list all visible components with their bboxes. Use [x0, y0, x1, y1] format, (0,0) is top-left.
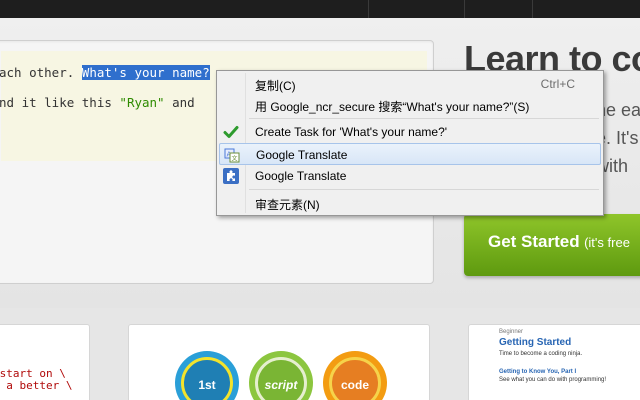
- menu-item-search[interactable]: 用 Google_ncr_secure 搜索“What's your name?…: [219, 94, 601, 116]
- translate-icon: A文: [224, 147, 240, 163]
- nav-segment[interactable]: [532, 0, 612, 18]
- code-text: nd it like this: [0, 95, 120, 110]
- lesson-description: Time to become a coding ninja.: [499, 351, 583, 357]
- script-icon: script: [255, 357, 307, 400]
- menu-item-label: 用 Google_ncr_secure 搜索“What's your name?…: [255, 100, 530, 114]
- menu-item-google-translate-extension[interactable]: Google Translate: [219, 165, 601, 187]
- svg-text:文: 文: [232, 155, 238, 163]
- menu-item-label: Google Translate: [256, 148, 348, 162]
- selected-text[interactable]: What's your name?: [81, 65, 210, 80]
- menu-item-shortcut: Ctrl+C: [540, 77, 575, 91]
- top-navigation-bar: [0, 0, 640, 18]
- menu-item-label: Create Task for 'What's your name?': [255, 125, 448, 139]
- nav-segment[interactable]: [464, 0, 532, 18]
- badges-card[interactable]: 1st script code: [128, 324, 430, 400]
- lesson-subtitle[interactable]: Getting to Know You, Part I: [499, 369, 576, 375]
- code-string: "Ryan": [119, 95, 165, 110]
- menu-separator: [249, 189, 599, 190]
- lesson-level: Beginner: [499, 329, 524, 335]
- lesson-sub-description: See what you can do with programming!: [499, 377, 607, 383]
- menu-separator: [249, 118, 599, 119]
- badge-script[interactable]: script: [249, 351, 313, 400]
- nav-segment[interactable]: [368, 0, 464, 18]
- puzzle-extension-icon: [223, 168, 239, 184]
- code-preview-card[interactable]: [ start on \ g a better \: [0, 324, 90, 400]
- robot-code-icon: code: [329, 357, 381, 400]
- context-menu: 复制(C) Ctrl+C 用 Google_ncr_secure 搜索“What…: [216, 70, 604, 216]
- lessons-section: [ start on \ g a better \ 1st script cod…: [0, 308, 640, 400]
- code-text: ach other.: [0, 65, 82, 80]
- cta-label: Get Started: [488, 232, 580, 251]
- code-text: and: [164, 95, 203, 110]
- book-icon: 1st: [181, 357, 233, 400]
- menu-item-create-task[interactable]: Create Task for 'What's your name?': [219, 121, 601, 143]
- menu-item-label: 复制(C): [255, 79, 296, 93]
- checkmark-icon: [223, 124, 239, 140]
- lesson-title[interactable]: Getting Started: [499, 337, 571, 348]
- card-code-line: g a better \: [0, 379, 73, 392]
- badge-1st[interactable]: 1st: [175, 351, 239, 400]
- menu-item-label: Google Translate: [255, 169, 347, 183]
- lesson-list-card[interactable]: Beginner Getting Started Time to become …: [468, 324, 640, 400]
- badge-code[interactable]: code: [323, 351, 387, 400]
- menu-item-copy[interactable]: 复制(C) Ctrl+C: [219, 73, 601, 95]
- menu-item-google-translate[interactable]: A文 Google Translate: [219, 143, 601, 165]
- code-line-2[interactable]: nd it like this "Ryan" and: [0, 95, 202, 110]
- cta-sublabel: (it's free: [584, 235, 630, 250]
- menu-item-label: 审查元素(N): [255, 198, 320, 212]
- code-line-1[interactable]: ach other. What's your name?: [0, 65, 210, 80]
- get-started-button[interactable]: Get Started (it's free: [464, 214, 640, 276]
- menu-item-inspect-element[interactable]: 审查元素(N): [219, 192, 601, 214]
